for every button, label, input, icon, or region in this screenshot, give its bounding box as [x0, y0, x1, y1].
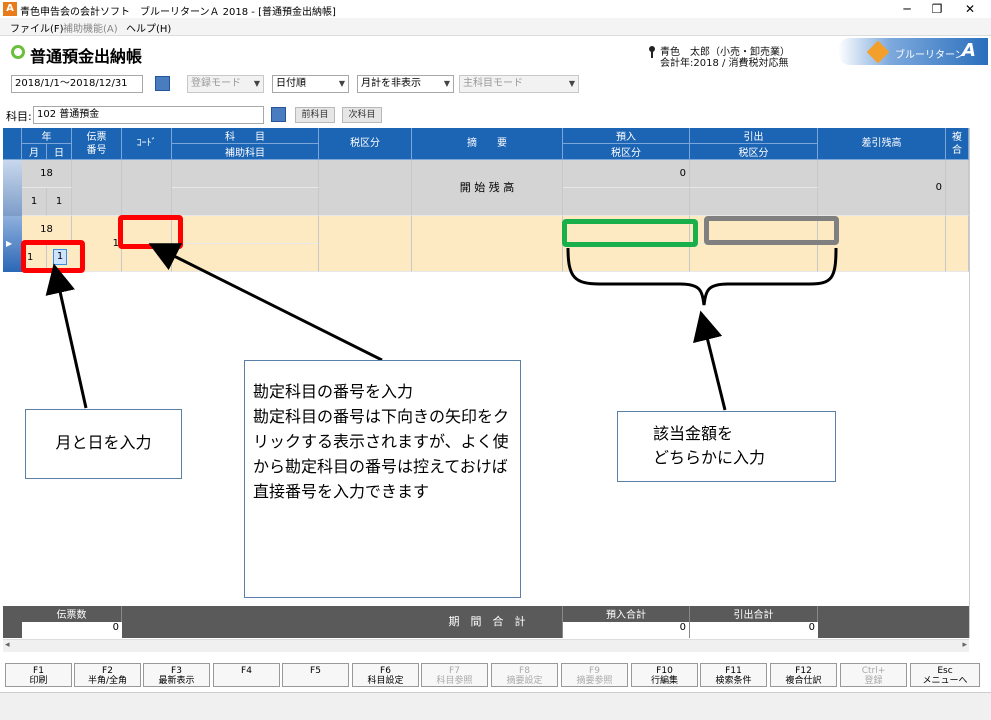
callout-code: 勘定科目の番号を入力 勘定科目の番号は下向きの矢印をクリックする表示されますが、…	[244, 360, 521, 598]
amount-bracket	[566, 247, 838, 306]
callout-code-title: 勘定科目の番号を入力	[253, 382, 414, 401]
callout-date: 月と日を入力	[25, 409, 182, 479]
callout-code-body: 勘定科目の番号は下向きの矢印をクリックする表示されますが、よく使から勘定科目の番…	[253, 407, 510, 501]
arrow-to-code	[148, 243, 383, 362]
arrow-to-amount	[693, 310, 727, 411]
arrow-to-date	[45, 263, 88, 409]
callout-amount: 該当金額を どちらかに入力	[617, 411, 836, 482]
